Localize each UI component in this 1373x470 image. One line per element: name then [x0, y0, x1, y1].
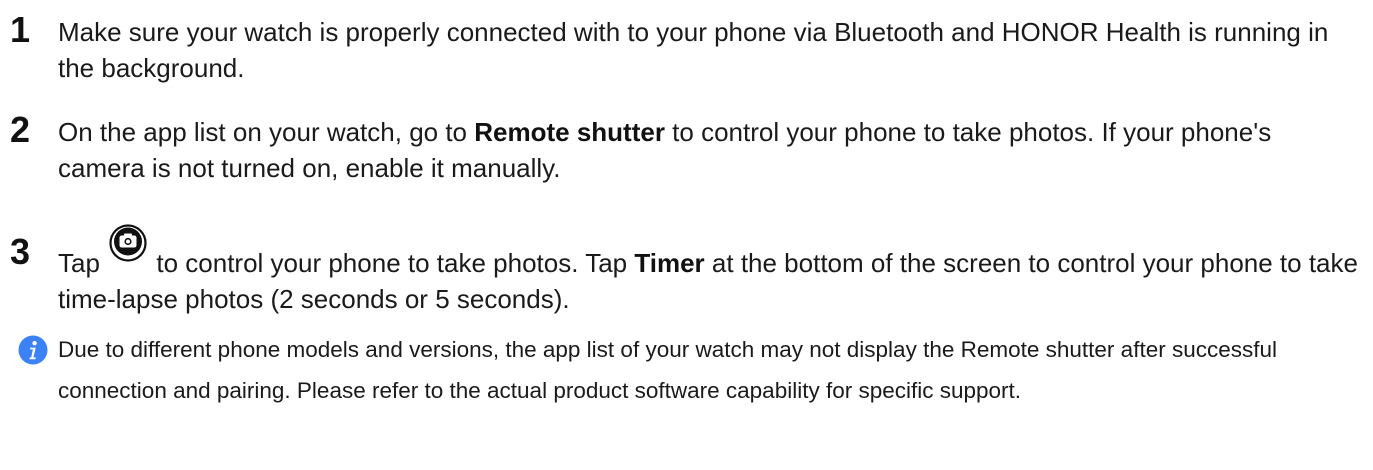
remote-shutter-label: Remote shutter [474, 117, 665, 147]
timer-label: Timer [634, 248, 705, 278]
step-number: 1 [10, 9, 31, 50]
step-text: Tap to control your phone to take photos… [58, 224, 1363, 317]
step-number: 3 [10, 231, 31, 272]
step-text: On the app list on your watch, go to Rem… [58, 114, 1363, 186]
step-text-part: to control your phone to take photos. Ta… [149, 248, 635, 278]
camera-shutter-icon [109, 224, 147, 278]
step-text-part: On the app list on your watch, go to [58, 117, 475, 147]
step-text: Make sure your watch is properly connect… [58, 14, 1363, 86]
step-number: 2 [10, 109, 31, 150]
step-text-part: Make sure your watch is properly connect… [58, 17, 1329, 83]
step-text-part: Tap [58, 248, 108, 278]
info-icon [18, 335, 48, 365]
note-text: Due to different phone models and versio… [58, 337, 1277, 403]
